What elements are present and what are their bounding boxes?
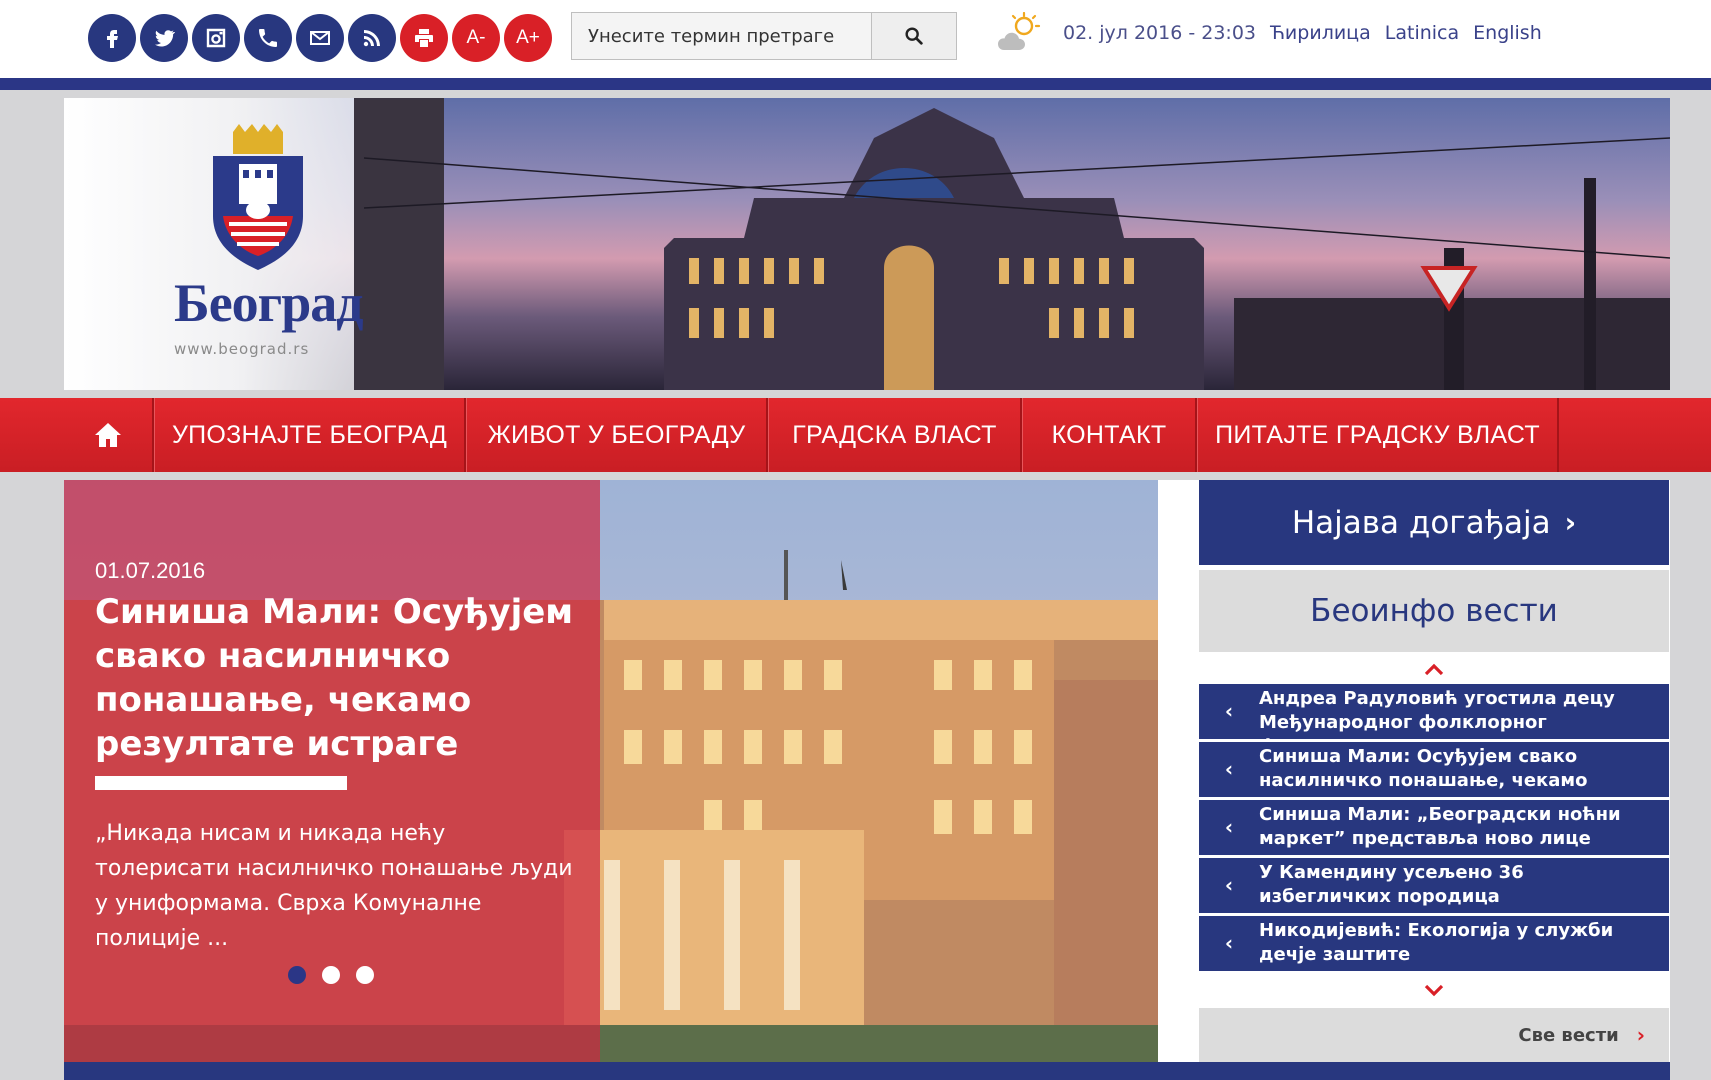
header-banner: Београд www.beograd.rs [64,98,1670,390]
chevron-left-icon: ‹ [1224,931,1234,955]
news-item[interactable]: ‹ Никодијевић: Екологија у служби дечје … [1199,916,1669,971]
news-slider[interactable]: 01.07.2016 Синиша Мали: Осуђујем свако н… [64,480,1158,1062]
nav-item-life-in-belgrade[interactable]: ЖИВОТ У БЕОГРАДУ [466,398,768,472]
news-item[interactable]: ‹ У Камендину усељено 36 избегличких пор… [1199,858,1669,913]
twitter-icon[interactable] [140,14,188,62]
beoinfo-news-title: Беоинфо вести [1199,570,1669,652]
news-item-title: Никодијевић: Екологија у служби дечје за… [1259,920,1614,965]
slider-dot-2[interactable] [322,966,340,984]
chevron-left-icon: ‹ [1224,757,1234,781]
facebook-icon[interactable] [88,14,136,62]
date-time: 02. јул 2016 - 23:03 [1063,22,1257,44]
slide-title-underline [95,776,347,790]
chevron-right-icon: › [1564,506,1577,539]
logo-text[interactable]: Београд [174,272,364,334]
all-news-button[interactable]: Све вести › [1199,1008,1669,1062]
top-bar: A- A+ 02. јул 2016 - 23:03 Ћирилица Lati… [0,0,1711,80]
news-item[interactable]: ‹ Синиша Мали: Осуђујем свако насилничко… [1199,742,1669,797]
chevron-left-icon: ‹ [1224,873,1234,897]
partly-cloudy-icon [998,12,1041,50]
lang-cyrillic-link[interactable]: Ћирилица [1270,22,1371,44]
slider-dots [288,966,374,984]
news-scroll-up-icon[interactable] [1422,660,1446,678]
nav-item-discover-belgrade[interactable]: УПОЗНАЈТЕ БЕОГРАД [154,398,466,472]
news-item[interactable]: ‹ Андреа Радуловић угостила децу Међунар… [1199,684,1669,739]
news-item-title: У Камендину усељено 36 избегличких пород… [1259,862,1524,907]
nav-item-ask-city-government[interactable]: ПИТАЈТЕ ГРАДСКУ ВЛАСТ [1197,398,1559,472]
search-button[interactable] [872,13,956,59]
print-icon[interactable] [400,14,448,62]
chevron-right-icon: › [1636,1023,1645,1047]
all-news-label: Све вести [1518,1024,1619,1046]
nav-item-contact[interactable]: КОНТАКТ [1022,398,1197,472]
search-box [571,12,957,60]
slide-title[interactable]: Синиша Мали: Осуђујем свако насилничко п… [95,590,575,766]
events-label: Најава догађаја [1291,504,1551,541]
mail-icon[interactable] [296,14,344,62]
font-increase-button[interactable]: A+ [504,14,552,62]
social-icons: A- A+ [88,14,552,62]
news-item-title: Андреа Радуловић угостила децу Међународ… [1259,688,1615,739]
chevron-left-icon: ‹ [1224,699,1234,723]
nav-item-city-government[interactable]: ГРАДСКА ВЛАСТ [768,398,1022,472]
language-switcher: Ћирилица Latinica English [1270,22,1542,44]
font-increase-label: A+ [516,27,540,48]
chevron-left-icon: ‹ [1224,815,1234,839]
font-decrease-label: A- [466,27,486,48]
search-icon [905,27,923,45]
slider-dot-1[interactable] [288,966,306,984]
news-list: ‹ Андреа Радуловић угостила децу Међунар… [1199,684,1669,974]
logo-url: www.beograd.rs [174,340,310,358]
instagram-icon[interactable] [192,14,240,62]
rss-icon[interactable] [348,14,396,62]
lang-english-link[interactable]: English [1473,22,1542,44]
slide-date: 01.07.2016 [95,558,206,583]
news-sidebar: Најава догађаја › Беоинфо вести ‹ Андреа… [1158,480,1670,1062]
phone-icon[interactable] [244,14,292,62]
home-icon [95,423,121,447]
news-item-title: Синиша Мали: „Београдски ноћни маркет” п… [1259,804,1621,849]
belgrade-crest-icon[interactable] [209,124,307,272]
main-nav: УПОЗНАЈТЕ БЕОГРАД ЖИВОТ У БЕОГРАДУ ГРАДС… [0,398,1711,472]
nav-home-button[interactable] [64,398,154,472]
bottom-divider [64,1062,1670,1080]
events-announcement-button[interactable]: Најава догађаја › [1199,480,1669,565]
top-divider [0,78,1711,90]
slide-excerpt: „Никада нисам и никада нећу толерисати н… [95,821,573,951]
lang-latin-link[interactable]: Latinica [1385,22,1459,44]
search-input[interactable] [572,13,872,59]
news-scroll-down-icon[interactable] [1422,982,1446,1000]
font-decrease-button[interactable]: A- [452,14,500,62]
news-item-title: Синиша Мали: Осуђујем свако насилничко п… [1259,746,1588,791]
slide-caption-overlay: 01.07.2016 Синиша Мали: Осуђујем свако н… [64,480,600,1062]
slider-dot-3[interactable] [356,966,374,984]
news-item[interactable]: ‹ Синиша Мали: „Београдски ноћни маркет”… [1199,800,1669,855]
